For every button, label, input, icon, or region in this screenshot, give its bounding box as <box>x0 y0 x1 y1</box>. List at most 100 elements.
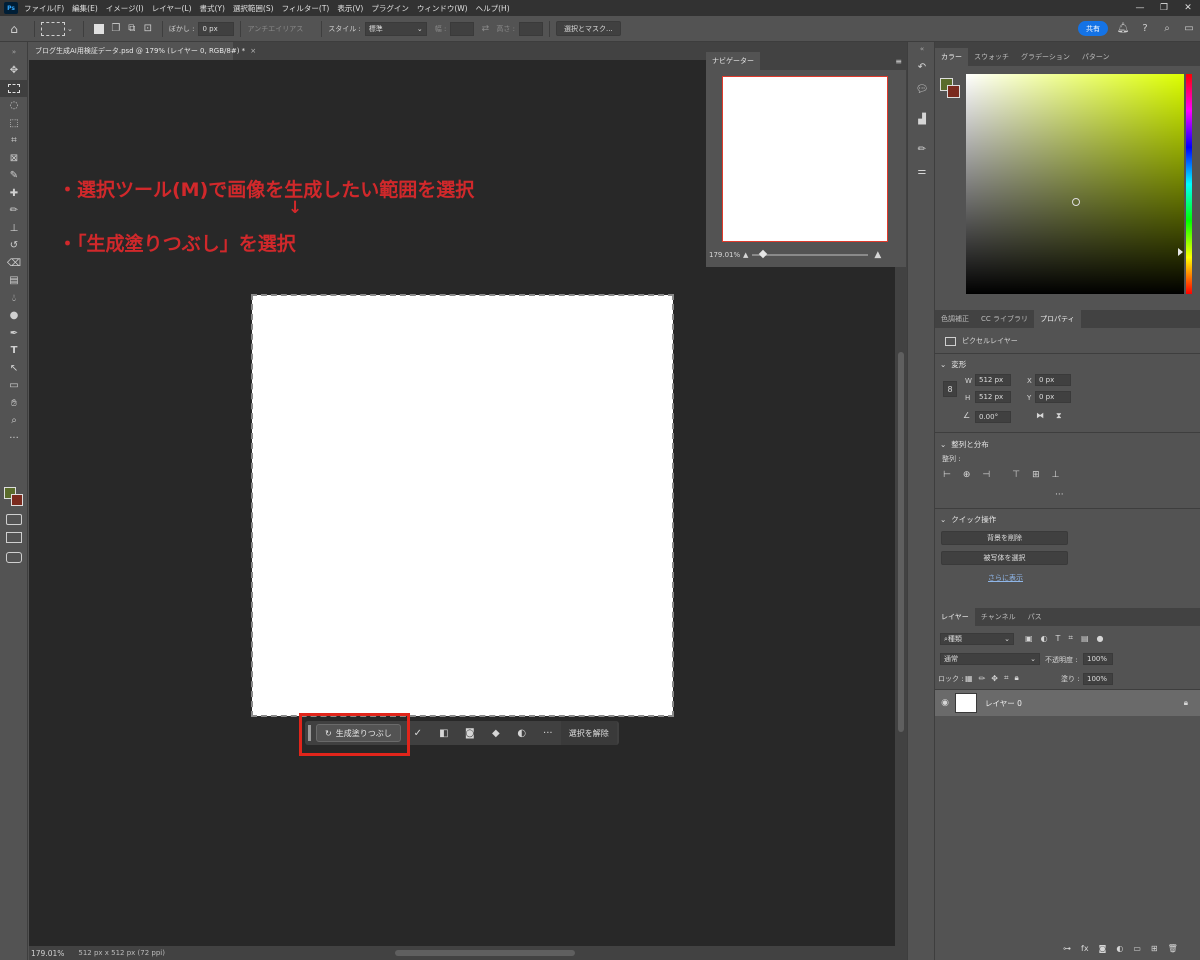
new-adjustment-icon[interactable]: ◐ <box>1116 944 1123 953</box>
filter-toggle-icon[interactable]: ● <box>1097 634 1104 643</box>
fill-selection-icon[interactable]: ◆ <box>483 721 509 745</box>
clone-stamp-tool-icon[interactable]: ⊥ <box>0 220 28 238</box>
filter-shape-icon[interactable]: ⌗ <box>1068 633 1073 643</box>
crop-tool-icon[interactable]: ⌗ <box>0 132 28 150</box>
layer-name[interactable]: レイヤー 0 <box>985 698 1184 709</box>
antialias-checkbox[interactable]: アンチエイリアス <box>247 24 303 34</box>
align-left-icon[interactable]: ⊢ <box>943 470 951 480</box>
screen-mode-icon[interactable] <box>6 532 22 543</box>
photoshop-logo[interactable]: Ps <box>4 2 18 14</box>
tab-swatches[interactable]: スウォッチ <box>968 48 1015 66</box>
status-zoom[interactable]: 179.01% <box>31 949 64 958</box>
opacity-field[interactable]: 100% <box>1083 653 1113 665</box>
menu-file[interactable]: ファイル(F) <box>24 3 64 14</box>
filter-pixel-icon[interactable]: ▣ <box>1025 634 1033 643</box>
filter-adjustment-icon[interactable]: ◐ <box>1041 634 1048 643</box>
gradient-tool-icon[interactable]: ▤ <box>0 272 28 290</box>
search-icon[interactable]: ⌕ <box>1156 23 1178 34</box>
menu-edit[interactable]: 編集(E) <box>72 3 98 14</box>
hand-tool-icon[interactable]: ✋︎ <box>0 395 28 413</box>
menu-plugins[interactable]: プラグイン <box>371 3 409 14</box>
panel-menu-icon[interactable]: ≡ <box>895 57 902 66</box>
tab-adjustments[interactable]: 色調補正 <box>935 310 975 328</box>
swap-icon[interactable]: ⇄ <box>474 24 496 34</box>
color-field[interactable] <box>966 74 1184 294</box>
more-options-icon[interactable]: ··· <box>535 721 561 745</box>
scrollbar-thumb[interactable] <box>898 352 904 732</box>
menu-type[interactable]: 書式(Y) <box>200 3 225 14</box>
quick-mask-icon[interactable] <box>6 514 22 525</box>
rectangle-tool-icon[interactable]: ▭ <box>0 377 28 395</box>
workspace-icon[interactable]: ▭ <box>1178 23 1200 34</box>
bell-icon[interactable]: 🔔︎ <box>1112 23 1134 34</box>
width-input[interactable] <box>450 21 475 36</box>
deselect-button[interactable]: 選択を解除 <box>560 721 617 745</box>
new-selection-icon[interactable] <box>93 23 104 34</box>
tab-navigator[interactable]: ナビゲーター <box>706 52 760 70</box>
align-bottom-icon[interactable]: ⊥ <box>1052 470 1060 480</box>
color-picker-ring[interactable] <box>1072 198 1080 206</box>
lock-image-icon[interactable]: ✏ <box>979 674 986 683</box>
help-icon[interactable]: ? <box>1134 23 1156 34</box>
lock-all-icon[interactable]: 🔒︎ <box>1014 673 1018 683</box>
filter-smart-object-icon[interactable]: ▤ <box>1081 634 1089 643</box>
tab-patterns[interactable]: パターン <box>1076 48 1116 66</box>
width-field[interactable]: 512 px <box>975 374 1011 386</box>
history-brush-tool-icon[interactable]: ↺ <box>0 237 28 255</box>
intersect-selection-icon[interactable]: ⊡ <box>140 23 156 34</box>
zoom-tool-icon[interactable]: ⌕ <box>0 412 28 430</box>
add-mask-icon[interactable]: ◙ <box>1099 944 1107 953</box>
menu-window[interactable]: ウィンドウ(W) <box>417 3 468 14</box>
new-group-icon[interactable]: ▭ <box>1133 944 1141 953</box>
eye-icon[interactable]: ◉ <box>935 698 955 708</box>
lock-transparent-icon[interactable]: ▦ <box>965 674 973 683</box>
fill-field[interactable]: 100% <box>1083 673 1113 685</box>
navigator-zoom-value[interactable]: 179.01% <box>709 251 743 259</box>
home-icon[interactable]: ⌂ <box>0 22 28 36</box>
brush-settings-icon[interactable]: ✏ <box>908 138 936 160</box>
height-field[interactable]: 512 px <box>975 391 1011 403</box>
show-more-link[interactable]: さらに表示 <box>988 573 1023 583</box>
filter-type-icon[interactable]: T <box>1056 634 1061 643</box>
menu-layer[interactable]: レイヤー(L) <box>152 3 192 14</box>
y-field[interactable]: 0 px <box>1035 391 1071 403</box>
transform-header[interactable]: ⌄ 変形 <box>940 359 966 370</box>
feather-input[interactable]: 0 px <box>198 21 235 36</box>
share-for-review-icon[interactable] <box>6 552 22 563</box>
menu-image[interactable]: イメージ(I) <box>106 3 144 14</box>
lock-position-icon[interactable]: ✥ <box>991 674 998 683</box>
fx-icon[interactable]: fx <box>1081 944 1089 953</box>
share-button[interactable]: 共有 <box>1078 21 1108 36</box>
tab-paths[interactable]: パス <box>1022 608 1048 626</box>
select-and-mask-button[interactable]: 選択とマスク... <box>555 21 621 36</box>
type-tool-icon[interactable]: T <box>0 342 28 360</box>
lasso-tool-icon[interactable]: ◌ <box>0 97 28 115</box>
move-tool-icon[interactable]: ✥ <box>0 62 28 80</box>
quick-actions-header[interactable]: ⌄ クイック操作 <box>940 514 996 525</box>
frame-tool-icon[interactable]: ⊠ <box>0 150 28 168</box>
close-window-button[interactable]: ✕ <box>1176 3 1200 13</box>
brush-tool-icon[interactable]: ✏ <box>0 202 28 220</box>
rectangular-marquee-tool-icon[interactable] <box>0 79 28 97</box>
comments-icon[interactable]: 💬︎ <box>908 78 936 100</box>
adjustments-icon[interactable]: ⚌ <box>908 160 936 182</box>
layer-filter-select[interactable]: ⌕種類 ⌄ <box>940 633 1014 645</box>
remove-background-button[interactable]: 背景を削除 <box>941 531 1068 545</box>
tab-color[interactable]: カラー <box>935 48 968 66</box>
dodge-tool-icon[interactable]: ● <box>0 307 28 325</box>
path-selection-tool-icon[interactable]: ↖ <box>0 360 28 378</box>
link-layers-icon[interactable]: ⊶ <box>1063 944 1071 953</box>
color-panel-swatches[interactable] <box>940 78 962 100</box>
adjustment-layer-icon[interactable]: ◐ <box>509 721 535 745</box>
new-layer-icon[interactable]: ⊞ <box>1151 944 1158 953</box>
tab-layers[interactable]: レイヤー <box>935 608 975 626</box>
eyedropper-tool-icon[interactable]: ✎ <box>0 167 28 185</box>
align-right-icon[interactable]: ⊣ <box>982 470 990 480</box>
zoom-in-icon[interactable]: ▲ <box>874 250 881 260</box>
edit-toolbar-icon[interactable]: ··· <box>0 430 28 448</box>
navigator-thumbnail[interactable] <box>722 76 888 242</box>
zoom-slider[interactable] <box>752 249 869 259</box>
color-swatches[interactable] <box>4 487 26 509</box>
layer-row[interactable]: ◉ レイヤー 0 🔒︎ <box>935 690 1200 716</box>
zoom-slider-handle[interactable] <box>759 249 768 259</box>
